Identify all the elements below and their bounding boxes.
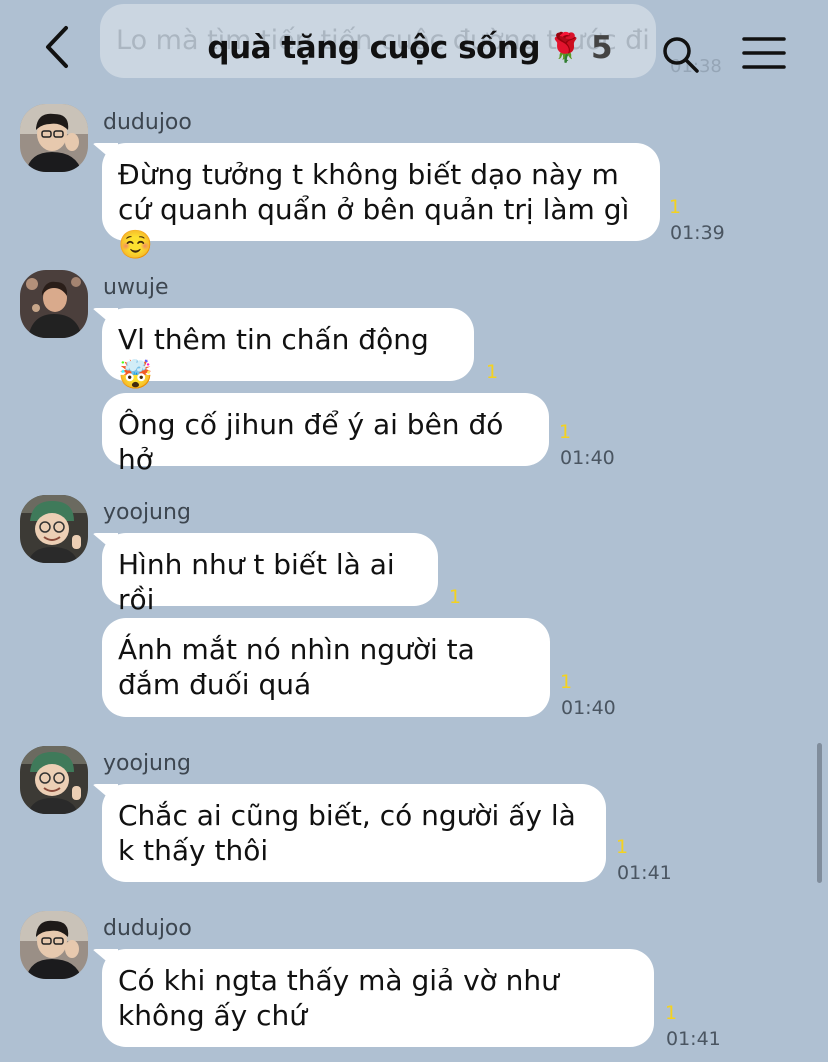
message-time: 01:40 (560, 447, 615, 469)
profile-photo-icon (20, 495, 88, 563)
sender-name: yoojung (103, 500, 191, 525)
profile-photo-icon (20, 270, 88, 338)
unread-count: 1 (560, 671, 573, 693)
message-time: 01:41 (666, 1028, 721, 1050)
chat-title: quà tặng cuộc sống (207, 30, 541, 66)
message-text: Ánh mắt nó nhìn người ta đắm đuối quá (118, 633, 475, 701)
sender-name: yoojung (103, 751, 191, 776)
rose-emoji: 🌹 (548, 31, 583, 64)
hamburger-menu-icon (742, 37, 786, 69)
profile-photo-icon (20, 746, 88, 814)
chevron-left-icon (46, 26, 68, 68)
profile-photo-icon (20, 104, 88, 172)
scrollbar[interactable] (817, 743, 822, 883)
message-bubble[interactable]: Ông cố jihun để ý ai bên đó hở (102, 393, 549, 476)
unread-count: 1 (559, 421, 572, 443)
message-text: Hình như t biết là ai rồi (118, 548, 395, 616)
avatar-yoojung[interactable] (20, 746, 88, 814)
message-bubble[interactable]: Đừng tưởng t không biết dạo này m cứ qua… (102, 143, 660, 261)
message-text: Đừng tưởng t không biết dạo này m cứ qua… (118, 158, 630, 261)
message-time: 01:39 (670, 222, 725, 244)
avatar-dudujoo[interactable] (20, 911, 88, 979)
back-button[interactable] (40, 22, 80, 72)
message-bubble[interactable]: Ánh mắt nó nhìn người ta đắm đuối quá (102, 618, 550, 717)
message-text: Có khi ngta thấy mà giả vờ như không ấy … (118, 964, 559, 1032)
message-text: Ông cố jihun để ý ai bên đó hở (118, 408, 504, 476)
unread-count: 1 (616, 836, 629, 858)
avatar-yoojung[interactable] (20, 495, 88, 563)
search-button[interactable] (660, 34, 700, 74)
message-bubble[interactable]: Có khi ngta thấy mà giả vờ như không ấy … (102, 949, 654, 1047)
message-bubble[interactable]: Chắc ai cũng biết, có người ấy là k thấy… (102, 784, 606, 882)
unread-count: 1 (665, 1002, 678, 1024)
search-icon (663, 37, 699, 73)
message-time: 01:40 (561, 697, 616, 719)
chat-header: Lo mà tìm tiếp tiến cuộc đường trước đi … (0, 0, 828, 96)
unread-count: 1 (449, 586, 462, 608)
message-text: Chắc ai cũng biết, có người ấy là k thấy… (118, 799, 576, 867)
sender-name: dudujoo (103, 110, 192, 135)
message-bubble[interactable]: Vl thêm tin chấn động🤯 (102, 308, 474, 391)
avatar-dudujoo[interactable] (20, 104, 88, 172)
message-bubble[interactable]: Hình như t biết là ai rồi (102, 533, 438, 616)
sender-name: dudujoo (103, 916, 192, 941)
menu-button[interactable] (742, 36, 786, 70)
unread-count: 1 (669, 196, 682, 218)
chat-title-bar[interactable]: quà tặng cuộc sống 🌹 5 (160, 24, 660, 72)
member-count: 5 (590, 30, 613, 66)
message-text: Vl thêm tin chấn động🤯 (118, 323, 429, 391)
profile-photo-icon (20, 911, 88, 979)
sender-name: uwuje (103, 275, 169, 300)
avatar-uwuje[interactable] (20, 270, 88, 338)
unread-count: 1 (486, 361, 499, 383)
message-time: 01:41 (617, 862, 672, 884)
